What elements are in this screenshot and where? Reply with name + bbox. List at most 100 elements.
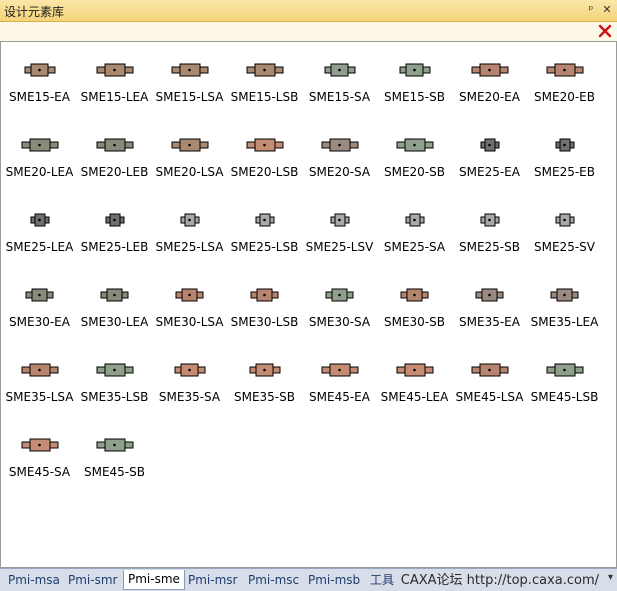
component-thumbnail-icon xyxy=(250,288,279,302)
library-item[interactable]: SME20-LEA xyxy=(2,127,77,187)
library-item-label: SME20-EA xyxy=(459,90,520,104)
library-item[interactable]: SME15-LEA xyxy=(77,52,152,112)
library-item[interactable]: SME20-LSB xyxy=(227,127,302,187)
library-item[interactable]: SME15-LSB xyxy=(227,52,302,112)
element-library-panel: SME15-EA SME15-LEA SME15-LSA SME15-LSB SME15… xyxy=(0,41,617,568)
library-item[interactable]: SME25-EB xyxy=(527,127,602,187)
library-item[interactable]: SME25-SV xyxy=(527,202,602,262)
tab-4[interactable]: Pmi-msc xyxy=(244,571,303,589)
pin-icon[interactable]: ᵖ xyxy=(584,2,598,18)
library-item-label: SME25-LSV xyxy=(305,240,374,254)
library-item[interactable]: SME35-SB xyxy=(227,352,302,412)
library-item[interactable]: SME45-LSB xyxy=(527,352,602,412)
component-thumbnail-icon xyxy=(321,138,359,152)
library-item[interactable]: SME15-SA xyxy=(302,52,377,112)
library-item[interactable]: SME30-SB xyxy=(377,277,452,337)
library-item[interactable]: SME15-LSA xyxy=(152,52,227,112)
library-item[interactable]: SME30-EA xyxy=(2,277,77,337)
library-item-label: SME30-SB xyxy=(383,315,445,329)
library-item[interactable]: SME25-SA xyxy=(377,202,452,262)
library-item[interactable]: SME35-SA xyxy=(152,352,227,412)
tab-2[interactable]: Pmi-sme xyxy=(123,570,185,590)
library-item-label: SME45-LSB xyxy=(530,390,599,404)
component-thumbnail-icon xyxy=(480,213,500,227)
tab-6[interactable]: 工具 xyxy=(366,571,398,589)
library-item[interactable]: SME20-SB xyxy=(377,127,452,187)
chevron-down-icon[interactable]: ▾ xyxy=(608,572,613,583)
library-item-label: SME20-LSA xyxy=(155,165,224,179)
library-item[interactable]: SME30-LSB xyxy=(227,277,302,337)
library-item[interactable]: SME45-EA xyxy=(302,352,377,412)
library-item[interactable]: SME15-SB xyxy=(377,52,452,112)
component-thumbnail-icon xyxy=(96,63,134,77)
component-thumbnail-icon xyxy=(255,213,275,227)
library-item[interactable]: SME25-SB xyxy=(452,202,527,262)
library-item[interactable]: SME20-EB xyxy=(527,52,602,112)
component-thumbnail-icon xyxy=(400,288,429,302)
component-thumbnail-icon xyxy=(325,288,354,302)
library-item[interactable]: SME25-LSV xyxy=(302,202,377,262)
library-item-label: SME30-SA xyxy=(308,315,371,329)
component-thumbnail-icon xyxy=(96,363,134,377)
library-item[interactable]: SME35-LSA xyxy=(2,352,77,412)
library-item-label: SME35-SA xyxy=(158,390,221,404)
library-item-label: SME20-SA xyxy=(308,165,371,179)
library-item-label: SME45-SA xyxy=(8,465,71,479)
component-thumbnail-icon xyxy=(321,363,359,377)
component-thumbnail-icon xyxy=(30,213,50,227)
library-item[interactable]: SME20-EA xyxy=(452,52,527,112)
tab-5[interactable]: Pmi-msb xyxy=(304,571,364,589)
component-thumbnail-icon xyxy=(399,63,431,77)
library-item-label: SME35-LSA xyxy=(5,390,74,404)
library-item-label: SME30-EA xyxy=(9,315,70,329)
component-thumbnail-icon xyxy=(550,288,579,302)
tab-1[interactable]: Pmi-smr xyxy=(64,571,121,589)
component-thumbnail-icon xyxy=(246,138,284,152)
component-thumbnail-icon xyxy=(174,363,206,377)
library-item-label: SME15-SB xyxy=(383,90,445,104)
library-item[interactable]: SME25-EA xyxy=(452,127,527,187)
library-item[interactable]: SME30-LEA xyxy=(77,277,152,337)
component-thumbnail-icon xyxy=(396,138,434,152)
component-thumbnail-icon xyxy=(546,363,584,377)
library-item[interactable]: SME45-LEA xyxy=(377,352,452,412)
library-item-label: SME25-SB xyxy=(458,240,520,254)
library-item[interactable]: SME35-LEA xyxy=(527,277,602,337)
library-item-label: SME25-EA xyxy=(459,165,520,179)
component-thumbnail-icon xyxy=(471,363,509,377)
library-item[interactable]: SME45-LSA xyxy=(452,352,527,412)
library-item[interactable]: SME35-LSB xyxy=(77,352,152,412)
library-item[interactable]: SME35-EA xyxy=(452,277,527,337)
library-item-label: SME45-EA xyxy=(309,390,370,404)
library-item-label: SME15-EA xyxy=(9,90,70,104)
library-item[interactable]: SME25-LEA xyxy=(2,202,77,262)
library-item-label: SME20-SB xyxy=(383,165,445,179)
component-thumbnail-icon xyxy=(171,63,209,77)
library-item[interactable]: SME20-SA xyxy=(302,127,377,187)
library-item[interactable]: SME15-EA xyxy=(2,52,77,112)
component-thumbnail-icon xyxy=(100,288,129,302)
library-item[interactable]: SME25-LEB xyxy=(77,202,152,262)
library-item[interactable]: SME45-SB xyxy=(77,427,152,487)
close-icon[interactable]: ✕ xyxy=(600,2,614,18)
component-thumbnail-icon xyxy=(21,438,59,452)
library-item-label: SME20-EB xyxy=(534,90,595,104)
panel-toolstrip xyxy=(0,22,617,41)
library-item[interactable]: SME30-LSA xyxy=(152,277,227,337)
red-x-close-icon[interactable] xyxy=(597,23,613,39)
library-item-label: SME30-LEA xyxy=(80,315,149,329)
library-item[interactable]: SME20-LEB xyxy=(77,127,152,187)
library-item[interactable]: SME25-LSB xyxy=(227,202,302,262)
library-item[interactable]: SME20-LSA xyxy=(152,127,227,187)
library-item-label: SME25-LEA xyxy=(5,240,74,254)
library-item[interactable]: SME45-SA xyxy=(2,427,77,487)
component-thumbnail-icon xyxy=(171,138,209,152)
component-thumbnail-icon xyxy=(324,63,356,77)
library-item[interactable]: SME30-SA xyxy=(302,277,377,337)
component-thumbnail-icon xyxy=(96,438,134,452)
tab-0[interactable]: Pmi-msa xyxy=(4,571,64,589)
tab-3[interactable]: Pmi-msr xyxy=(184,571,241,589)
component-thumbnail-icon xyxy=(555,138,575,152)
component-thumbnail-icon xyxy=(21,138,59,152)
library-item[interactable]: SME25-LSA xyxy=(152,202,227,262)
